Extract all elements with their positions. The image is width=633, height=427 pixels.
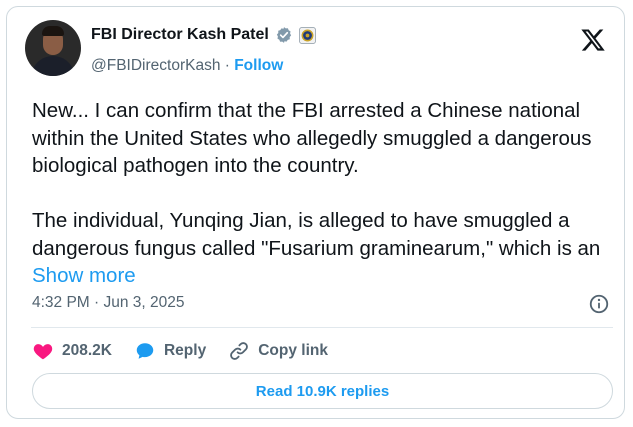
read-replies-button[interactable]: Read 10.9K replies: [32, 373, 613, 409]
avatar-shoulders: [31, 56, 75, 76]
x-logo-icon[interactable]: [580, 27, 606, 53]
show-more-link[interactable]: Show more: [32, 264, 136, 287]
author-display-name[interactable]: FBI Director Kash Patel: [91, 26, 269, 44]
link-icon: [228, 340, 250, 362]
reply-label: Reply: [163, 342, 207, 359]
info-icon[interactable]: [588, 293, 610, 315]
divider: [31, 327, 613, 328]
follow-button[interactable]: Follow: [234, 57, 283, 74]
reply-bubble-icon: [134, 340, 156, 362]
action-bar: 208.2K Reply Copy link: [32, 337, 350, 365]
tweet-text: New... I can confirm that the FBI arrest…: [32, 97, 617, 290]
handle-separator: ·: [220, 57, 235, 74]
author-handle-row: @FBIDirectorKash · Follow: [91, 57, 283, 75]
avatar[interactable]: [25, 20, 81, 76]
tweet-card: FBI Director Kash Patel @FBIDirectorKash…: [6, 6, 625, 419]
like-button[interactable]: 208.2K: [32, 340, 112, 362]
like-count: 208.2K: [62, 342, 112, 359]
copy-link-button[interactable]: Copy link: [228, 340, 328, 362]
tweet-body: New... I can confirm that the FBI arrest…: [32, 99, 601, 260]
verified-badge-icon: [275, 26, 293, 44]
copy-link-label: Copy link: [258, 342, 328, 359]
author-name-row: FBI Director Kash Patel: [91, 23, 316, 47]
heart-icon: [32, 340, 54, 362]
author-handle[interactable]: @FBIDirectorKash: [91, 57, 220, 74]
avatar-hair: [42, 26, 64, 36]
reply-button[interactable]: Reply: [134, 340, 206, 362]
fbi-seal-icon: [298, 26, 316, 44]
tweet-timestamp[interactable]: 4:32 PM · Jun 3, 2025: [32, 294, 185, 312]
